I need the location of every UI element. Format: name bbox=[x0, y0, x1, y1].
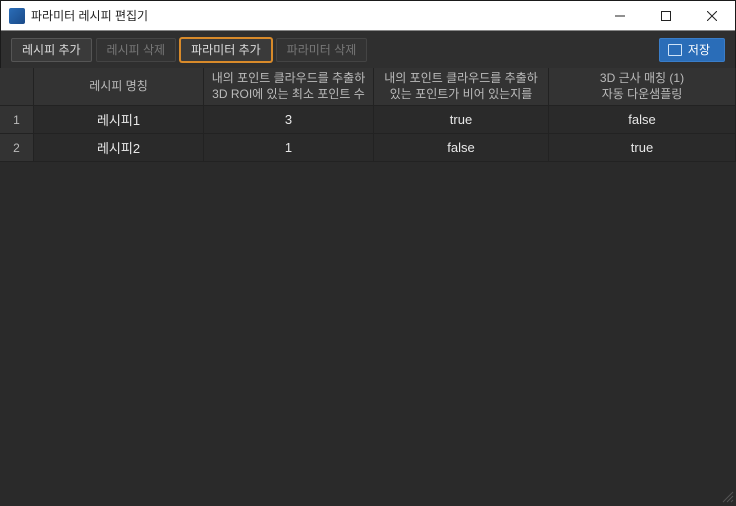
column-header-downsampling-line2: 자동 다운샘플링 bbox=[602, 87, 683, 103]
recipe-table: 레시피 명칭 내의 포인트 클라우드를 추출하 3D ROI에 있는 최소 포인… bbox=[0, 68, 736, 505]
cell-min-points[interactable]: 3 bbox=[204, 106, 374, 133]
titlebar: 파라미터 레시피 편집기 bbox=[1, 1, 735, 31]
column-header-empty-check[interactable]: 내의 포인트 클라우드를 추출하 있는 포인트가 비어 있는지를 bbox=[374, 68, 549, 105]
row-number: 1 bbox=[0, 106, 34, 133]
table-row[interactable]: 1 레시피1 3 true false bbox=[0, 106, 736, 134]
cell-name[interactable]: 레시피2 bbox=[34, 134, 204, 161]
column-header-min-points[interactable]: 내의 포인트 클라우드를 추출하 3D ROI에 있는 최소 포인트 수 bbox=[204, 68, 374, 105]
column-header-empty-check-line2: 있는 포인트가 비어 있는지를 bbox=[390, 87, 532, 103]
delete-recipe-button[interactable]: 레시피 삭제 bbox=[96, 38, 177, 62]
window-title: 파라미터 레시피 편집기 bbox=[31, 7, 597, 24]
row-number-header bbox=[0, 68, 34, 105]
app-icon bbox=[9, 8, 25, 24]
add-recipe-button[interactable]: 레시피 추가 bbox=[11, 38, 92, 62]
column-header-min-points-line2: 3D ROI에 있는 최소 포인트 수 bbox=[212, 87, 365, 103]
cell-empty-check[interactable]: true bbox=[374, 106, 549, 133]
window-controls bbox=[597, 1, 735, 30]
column-header-min-points-line1: 내의 포인트 클라우드를 추출하 bbox=[212, 71, 366, 87]
cell-empty-check[interactable]: false bbox=[374, 134, 549, 161]
table-header-row: 레시피 명칭 내의 포인트 클라우드를 추출하 3D ROI에 있는 최소 포인… bbox=[0, 68, 736, 106]
resize-grip-icon[interactable] bbox=[720, 489, 734, 503]
cell-downsampling[interactable]: true bbox=[549, 134, 736, 161]
close-button[interactable] bbox=[689, 1, 735, 30]
column-header-name[interactable]: 레시피 명칭 bbox=[34, 68, 204, 105]
save-button[interactable]: 저장 bbox=[659, 38, 725, 62]
table-row[interactable]: 2 레시피2 1 false true bbox=[0, 134, 736, 162]
save-button-label: 저장 bbox=[688, 41, 710, 58]
row-number: 2 bbox=[0, 134, 34, 161]
cell-downsampling[interactable]: false bbox=[549, 106, 736, 133]
column-header-downsampling[interactable]: 3D 근사 매칭 (1) 자동 다운샘플링 bbox=[549, 68, 736, 105]
column-header-empty-check-line1: 내의 포인트 클라우드를 추출하 bbox=[384, 71, 538, 87]
cell-name[interactable]: 레시피1 bbox=[34, 106, 204, 133]
delete-parameter-button[interactable]: 파라미터 삭제 bbox=[276, 38, 368, 62]
toolbar: 레시피 추가 레시피 삭제 파라미터 추가 파라미터 삭제 저장 bbox=[1, 31, 735, 69]
maximize-button[interactable] bbox=[643, 1, 689, 30]
minimize-button[interactable] bbox=[597, 1, 643, 30]
save-icon bbox=[668, 44, 682, 56]
column-header-downsampling-line1: 3D 근사 매칭 (1) bbox=[600, 71, 684, 87]
column-header-name-label: 레시피 명칭 bbox=[89, 79, 148, 95]
cell-min-points[interactable]: 1 bbox=[204, 134, 374, 161]
add-parameter-button[interactable]: 파라미터 추가 bbox=[180, 38, 272, 62]
